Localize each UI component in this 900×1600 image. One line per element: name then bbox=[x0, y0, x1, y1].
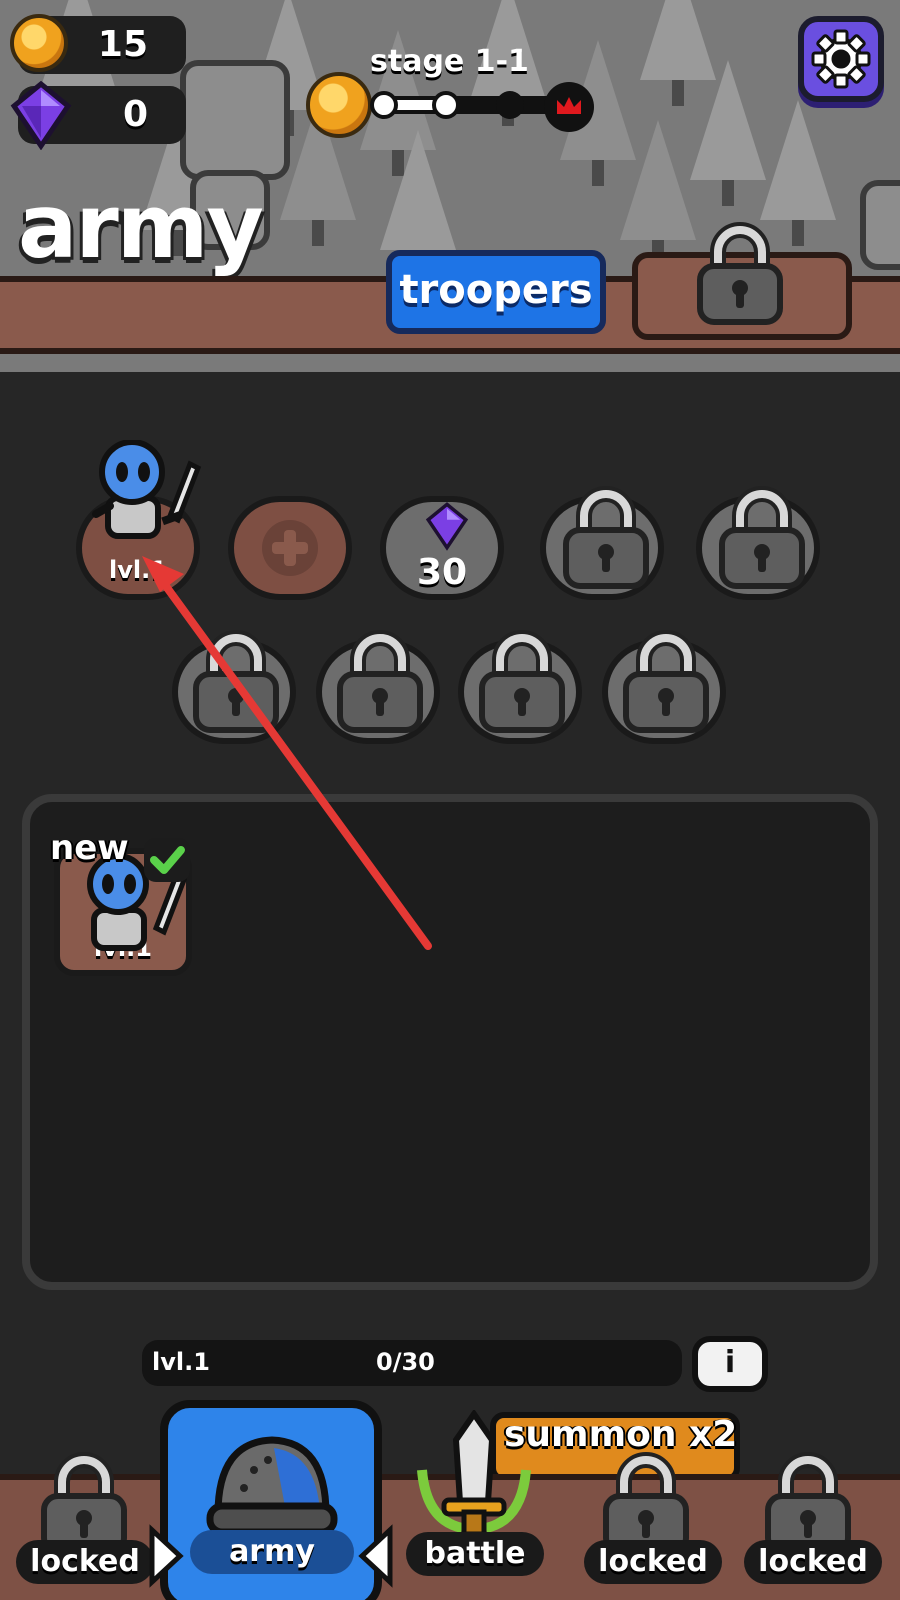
gem-amount: 0 bbox=[122, 94, 148, 135]
slot-cost: 30 bbox=[416, 552, 468, 593]
new-badge: new bbox=[50, 828, 129, 868]
stage-node-2 bbox=[496, 91, 524, 119]
nav-army-label: army bbox=[190, 1530, 354, 1574]
stage-node-start bbox=[370, 91, 398, 119]
roster-slot-add[interactable] bbox=[228, 496, 352, 600]
boss-crown-icon bbox=[544, 82, 594, 132]
lock-icon bbox=[479, 630, 565, 733]
lock-icon bbox=[697, 222, 783, 325]
nav-locked-label: locked bbox=[16, 1540, 154, 1584]
gold-coin-icon bbox=[10, 14, 68, 72]
gem-icon bbox=[10, 80, 72, 150]
chevron-left-icon bbox=[358, 1524, 393, 1588]
plus-icon bbox=[262, 520, 318, 576]
chevron-right-icon bbox=[149, 1524, 184, 1588]
gem-icon bbox=[425, 502, 469, 551]
lock-icon bbox=[563, 486, 649, 589]
lock-icon bbox=[623, 630, 709, 733]
xp-count: 0/30 bbox=[376, 1348, 435, 1376]
info-button[interactable]: i bbox=[692, 1336, 768, 1392]
xp-bar: lvl.1 0/30 bbox=[142, 1340, 682, 1386]
nav-battle-label: battle bbox=[406, 1532, 544, 1576]
lock-icon bbox=[337, 630, 423, 733]
nav-army[interactable]: army bbox=[160, 1400, 382, 1600]
stage-label: stage 1-1 bbox=[370, 44, 529, 79]
settings-button[interactable] bbox=[798, 16, 884, 102]
gold-amount: 15 bbox=[97, 24, 148, 65]
tab-locked[interactable] bbox=[632, 222, 852, 340]
trooper-icon bbox=[92, 440, 202, 539]
helmet-icon bbox=[206, 1436, 338, 1536]
equipped-check-icon bbox=[144, 838, 190, 882]
nav-locked-label: locked bbox=[584, 1540, 722, 1584]
tab-troopers[interactable]: troopers bbox=[386, 250, 606, 334]
lock-icon bbox=[719, 486, 805, 589]
sword-icon bbox=[417, 1410, 531, 1537]
xp-level: lvl.1 bbox=[152, 1348, 210, 1376]
lock-icon bbox=[193, 630, 279, 733]
gear-icon bbox=[811, 29, 871, 89]
page-title: army bbox=[18, 175, 264, 278]
stage-coin-icon bbox=[306, 72, 372, 138]
stage-node-1 bbox=[432, 91, 460, 119]
roster-unit-level: lvl.1 bbox=[109, 556, 167, 584]
nav-locked-label: locked bbox=[744, 1540, 882, 1584]
